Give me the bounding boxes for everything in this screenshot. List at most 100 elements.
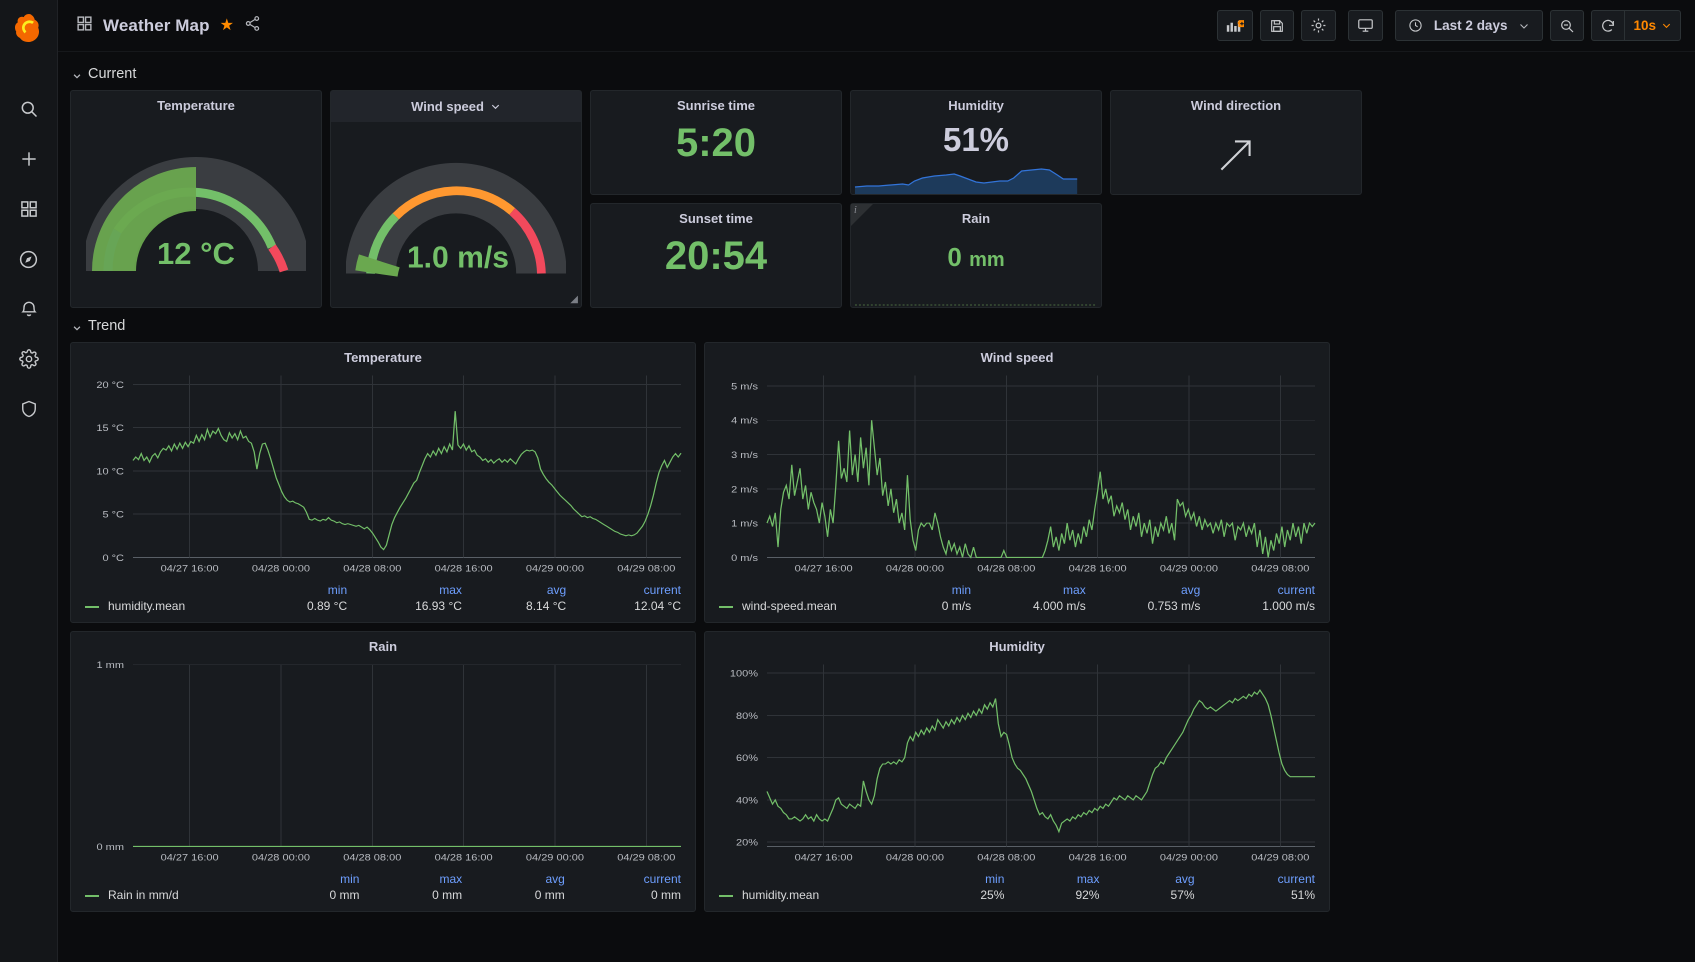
row-header-current[interactable]: Current — [72, 66, 1683, 82]
bell-icon[interactable] — [14, 294, 44, 324]
refresh-icon[interactable] — [1592, 11, 1624, 40]
panel-humidity-trend[interactable]: Humidity 20% 40% 60% 80% 100% 04/27 16:00 04/2… — [704, 631, 1330, 912]
legend-col-max[interactable]: max — [1004, 871, 1100, 887]
time-range-picker[interactable]: Last 2 days — [1394, 10, 1544, 41]
legend-col-current[interactable]: current — [565, 871, 681, 887]
dashboard-grid-icon — [76, 15, 93, 37]
svg-text:5 °C: 5 °C — [102, 510, 124, 520]
legend-col-avg[interactable]: avg — [1086, 582, 1200, 598]
panel-temperature-trend[interactable]: Temperature 0 °C 5 °C 10 °C 15 °C 20 °C 04/27… — [70, 342, 696, 623]
legend-row[interactable]: humidity.mean 25% 92% 57% 51% — [719, 887, 1315, 903]
temperature-gauge-svg: 12 °C — [86, 157, 306, 273]
legend-row[interactable]: Rain in mm/d 0 mm 0 mm 0 mm 0 mm — [85, 887, 681, 903]
legend-value-avg: 57% — [1170, 888, 1195, 902]
panel-title: Wind direction — [1190, 98, 1282, 113]
panel-title: Wind speed — [980, 350, 1054, 365]
timeseries-plot[interactable]: 20% 40% 60% 80% 100% 04/27 16:00 04/28 00:00 04… — [705, 656, 1329, 869]
legend-col-min[interactable]: min — [243, 582, 347, 598]
star-icon[interactable]: ★ — [220, 17, 234, 34]
info-icon[interactable]: i — [854, 205, 857, 216]
legend-col-min[interactable]: min — [890, 582, 971, 598]
panel-sunset-time[interactable]: Sunset time 20:54 — [590, 203, 842, 308]
legend-col-avg[interactable]: avg — [462, 582, 566, 598]
legend-series-label[interactable]: humidity.mean — [85, 598, 243, 614]
toolbar: Last 2 days 10s — [1216, 10, 1681, 41]
legend-color-swatch — [719, 605, 733, 608]
legend-col-max[interactable]: max — [971, 582, 1086, 598]
legend-col-max[interactable]: max — [347, 582, 462, 598]
rain-sparkline — [854, 304, 1098, 306]
series-line — [132, 411, 682, 551]
legend-row[interactable]: wind-speed.mean 0 m/s 4.000 m/s 0.753 m/s 1.… — [719, 598, 1315, 614]
panel-resize-handle[interactable]: ◢ — [570, 294, 578, 305]
panel-title: Temperature — [344, 350, 422, 365]
legend-value-max: 0 mm — [432, 888, 463, 902]
svg-text:0 m/s: 0 m/s — [731, 553, 758, 563]
panel-rain-trend[interactable]: Rain 0 mm 1 mm 04/27 16:00 04/28 00:00 04/28… — [70, 631, 696, 912]
row-title: Trend — [88, 318, 126, 334]
legend-col-avg[interactable]: avg — [462, 871, 564, 887]
dashboards-icon[interactable] — [14, 194, 44, 224]
legend-color-swatch — [719, 894, 733, 897]
search-icon[interactable] — [14, 94, 44, 124]
panel-humidity-stat[interactable]: Humidity 51% — [850, 90, 1102, 195]
sunrise-time-value: 5:20 — [675, 121, 757, 165]
share-icon[interactable] — [244, 15, 261, 37]
zoom-out-time-button[interactable] — [1550, 10, 1585, 41]
chevron-down-icon — [1661, 20, 1672, 31]
svg-text:20 °C: 20 °C — [96, 380, 124, 390]
legend-col-avg[interactable]: avg — [1099, 871, 1194, 887]
wind-direction-arrow — [1111, 115, 1361, 194]
panel-wind-speed-trend[interactable]: Wind speed 0 m/s 1 m/s 2 m/s 3 m/s 4 m/s 5 m/… — [704, 342, 1330, 623]
legend-col-current[interactable]: current — [1200, 582, 1315, 598]
clock-icon — [1408, 18, 1423, 33]
legend-col-current[interactable]: current — [566, 582, 681, 598]
panel-wind-direction[interactable]: Wind direction — [1110, 90, 1362, 195]
compass-icon[interactable] — [14, 244, 44, 274]
save-dashboard-button[interactable] — [1259, 10, 1294, 41]
rain-value-number: 0 — [947, 242, 962, 272]
svg-text:40%: 40% — [736, 796, 758, 806]
legend-series-label[interactable]: Rain in mm/d — [85, 887, 257, 903]
svg-text:04/29 00:00: 04/29 00:00 — [526, 564, 584, 574]
svg-text:10 °C: 10 °C — [96, 467, 124, 477]
legend-row[interactable]: humidity.mean 0.89 °C 16.93 °C 8.14 °C 12.04… — [85, 598, 681, 614]
panel-title: Humidity — [989, 639, 1045, 654]
svg-text:04/29 08:00: 04/29 08:00 — [617, 853, 675, 863]
panel-header-wind-speed[interactable]: Wind speed — [331, 91, 581, 122]
svg-text:04/29 00:00: 04/29 00:00 — [1160, 853, 1218, 863]
legend-col-current[interactable]: current — [1195, 871, 1315, 887]
timeseries-plot[interactable]: 0 °C 5 °C 10 °C 15 °C 20 °C 04/27 16:00 04/28 … — [71, 367, 695, 580]
gauge-wind-speed: 1.0 m/s — [331, 122, 581, 307]
dashboard-settings-button[interactable] — [1300, 10, 1336, 41]
legend-series-label[interactable]: wind-speed.mean — [719, 598, 890, 614]
refresh-interval[interactable]: 10s — [1624, 11, 1680, 40]
legend-col-min[interactable]: min — [909, 871, 1004, 887]
svg-text:5 m/s: 5 m/s — [731, 382, 758, 392]
panel-temperature-gauge[interactable]: Temperature 12 °C — [70, 90, 322, 308]
tv-mode-button[interactable] — [1347, 10, 1383, 41]
legend-col-min[interactable]: min — [257, 871, 359, 887]
timeseries-plot[interactable]: 0 m/s 1 m/s 2 m/s 3 m/s 4 m/s 5 m/s 04/27 16:0… — [705, 367, 1329, 580]
legend-value-current: 1.000 m/s — [1262, 599, 1315, 613]
gear-icon[interactable] — [14, 344, 44, 374]
grafana-logo-icon[interactable] — [0, 0, 58, 56]
panel-wind-speed-gauge[interactable]: Wind speed 1.0 m/s ◢ — [330, 90, 582, 308]
legend-value-current: 51% — [1290, 888, 1315, 902]
grafana-app: Weather Map ★ Last 2 days 10s Current Te… — [0, 0, 1695, 962]
refresh-picker[interactable]: 10s — [1591, 10, 1681, 41]
svg-text:04/27 16:00: 04/27 16:00 — [161, 853, 219, 863]
legend-series-label[interactable]: humidity.mean — [719, 887, 909, 903]
chevron-down-icon[interactable] — [490, 101, 501, 112]
panel-rain-stat[interactable]: i Rain 0 mm — [850, 203, 1102, 308]
add-panel-button[interactable] — [1216, 10, 1253, 41]
svg-text:04/29 08:00: 04/29 08:00 — [617, 564, 675, 574]
panel-sunrise-time[interactable]: Sunrise time 5:20 — [590, 90, 842, 195]
svg-text:04/28 08:00: 04/28 08:00 — [343, 853, 401, 863]
legend-col-max[interactable]: max — [359, 871, 462, 887]
panel-title: Sunset time — [679, 211, 753, 226]
plus-icon[interactable] — [14, 144, 44, 174]
shield-icon[interactable] — [14, 394, 44, 424]
row-header-trend[interactable]: Trend — [72, 318, 1683, 334]
timeseries-plot[interactable]: 0 mm 1 mm 04/27 16:00 04/28 00:00 04/28 08:0… — [71, 656, 695, 869]
